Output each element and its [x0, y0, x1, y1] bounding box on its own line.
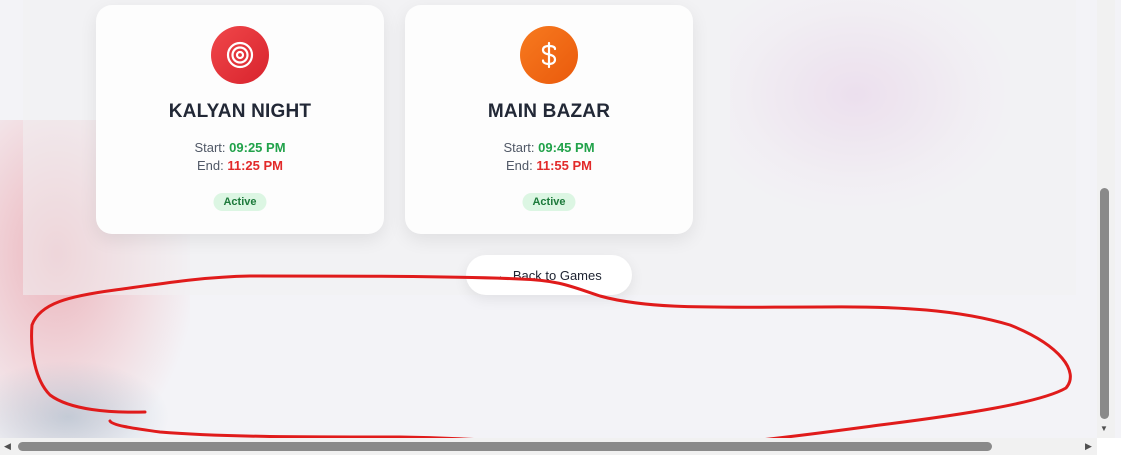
start-time-row: Start: 09:25 PM	[96, 140, 384, 155]
scroll-right-arrow-icon[interactable]: ▶	[1085, 441, 1092, 452]
target-icon	[211, 26, 269, 84]
scrollbar-corner	[1097, 438, 1121, 455]
start-label: Start:	[503, 140, 535, 155]
horizontal-scroll-thumb[interactable]	[18, 442, 992, 451]
status-badge: Active	[213, 193, 267, 211]
end-time: 11:55 PM	[536, 158, 593, 173]
scroll-left-arrow-icon[interactable]: ◀	[4, 441, 11, 452]
start-time: 09:25 PM	[229, 140, 286, 155]
end-time-row: End: 11:55 PM	[405, 158, 693, 173]
start-time: 09:45 PM	[538, 140, 595, 155]
vertical-scroll-thumb[interactable]	[1100, 188, 1109, 419]
scroll-down-arrow-icon[interactable]: ▼	[1100, 424, 1108, 433]
end-time-row: End: 11:25 PM	[96, 158, 384, 173]
game-title: MAIN BAZAR	[487, 101, 611, 122]
end-label: End:	[505, 158, 533, 173]
game-card-main-bazar[interactable]: MAIN BAZAR Start: 09:45 PM End: 11:55 PM…	[405, 5, 693, 234]
game-card-kalyan-night[interactable]: KALYAN NIGHT Start: 09:25 PM End: 11:25 …	[96, 5, 384, 234]
end-time: 11:25 PM	[227, 158, 284, 173]
dollar-icon	[520, 26, 578, 84]
horizontal-scrollbar[interactable]: ◀ ▶	[0, 438, 1097, 455]
vertical-scrollbar[interactable]: ▼	[1097, 0, 1115, 438]
start-time-row: Start: 09:45 PM	[405, 140, 693, 155]
end-label: End:	[196, 158, 224, 173]
game-title: KALYAN NIGHT	[168, 101, 312, 122]
start-label: Start:	[194, 140, 226, 155]
status-badge: Active	[522, 193, 576, 211]
back-to-games-button[interactable]: ← Back to Games	[466, 255, 632, 295]
